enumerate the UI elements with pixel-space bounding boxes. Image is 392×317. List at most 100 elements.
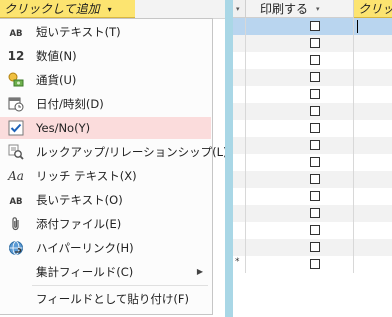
print-checkbox[interactable] [310, 259, 320, 269]
menu-item-lookup[interactable]: ルックアップ/リレーションシップ(L) [0, 141, 225, 163]
new-field-cell[interactable] [354, 239, 392, 256]
print-cell [246, 120, 354, 137]
table-row[interactable] [233, 86, 392, 103]
menu-item-date-time[interactable]: 日付/時刻(D) [0, 93, 211, 115]
new-field-cell[interactable] [354, 222, 392, 239]
table-row[interactable] [233, 35, 392, 52]
print-cell [246, 205, 354, 222]
print-checkbox[interactable] [310, 191, 320, 201]
print-checkbox[interactable] [310, 225, 320, 235]
table-row[interactable] [233, 52, 392, 69]
row-selector[interactable] [233, 120, 246, 137]
print-checkbox[interactable] [310, 242, 320, 252]
print-cell [246, 188, 354, 205]
print-checkbox[interactable] [310, 106, 320, 116]
menu-item-label: 通貨(U) [36, 73, 77, 87]
new-field-cell[interactable] [354, 256, 392, 273]
table-row[interactable] [233, 188, 392, 205]
print-checkbox[interactable] [310, 140, 320, 150]
table-row[interactable] [233, 205, 392, 222]
menu-item-hyperlink[interactable]: ハイパーリンク(H) [0, 237, 211, 259]
print-cell [246, 239, 354, 256]
table-row[interactable]: * [233, 256, 392, 273]
print-cell [246, 154, 354, 171]
yes-no-icon [7, 120, 25, 136]
print-cell [246, 52, 354, 69]
field-type-menu: AB 短いテキスト(T) 12 数値(N) 通貨(U) 日付/時刻(D) Yes… [0, 18, 225, 315]
chevron-down-icon[interactable]: ▾ [108, 5, 112, 14]
new-field-cell[interactable] [354, 137, 392, 154]
table-row[interactable] [233, 239, 392, 256]
menu-item-number[interactable]: 12 数値(N) [0, 45, 211, 67]
table-row[interactable] [233, 69, 392, 86]
table-row[interactable] [233, 154, 392, 171]
row-selector[interactable] [233, 154, 246, 171]
print-checkbox[interactable] [310, 21, 320, 31]
select-all-corner[interactable]: ▾ [233, 0, 246, 18]
row-selector[interactable]: * [233, 256, 246, 273]
print-checkbox[interactable] [310, 38, 320, 48]
print-checkbox[interactable] [310, 55, 320, 65]
table-row[interactable] [233, 137, 392, 154]
new-field-cell[interactable] [354, 120, 392, 137]
menu-item-label: ルックアップ/リレーションシップ(L) [36, 145, 225, 159]
menu-item-long-text[interactable]: AB 長いテキスト(O) [0, 189, 211, 211]
new-record-marker: * [235, 257, 240, 267]
print-checkbox[interactable] [310, 72, 320, 82]
print-checkbox[interactable] [310, 208, 320, 218]
chevron-down-icon[interactable]: ▾ [316, 5, 320, 13]
print-checkbox[interactable] [310, 157, 320, 167]
new-field-cell[interactable] [354, 154, 392, 171]
menu-item-rich-text[interactable]: Aa リッチ テキスト(X) [0, 165, 211, 187]
new-field-cell[interactable] [354, 18, 392, 35]
table-row[interactable] [233, 120, 392, 137]
column-header-print[interactable]: 印刷する ▾ [246, 0, 354, 18]
print-cell [246, 69, 354, 86]
new-field-cell[interactable] [354, 69, 392, 86]
row-selector[interactable] [233, 205, 246, 222]
table-row[interactable] [233, 222, 392, 239]
new-field-cell[interactable] [354, 52, 392, 69]
column-header-click-to-add[interactable]: クリック [354, 0, 392, 18]
row-selector[interactable] [233, 52, 246, 69]
row-selector[interactable] [233, 86, 246, 103]
new-field-cell[interactable] [354, 205, 392, 222]
print-cell [246, 256, 354, 273]
menu-item-label: ハイパーリンク(H) [36, 241, 134, 255]
menu-separator [32, 285, 208, 286]
menu-item-label: 数値(N) [36, 49, 77, 63]
menu-item-yes-no[interactable]: Yes/No(Y) [0, 117, 211, 139]
new-field-cell[interactable] [354, 103, 392, 120]
row-selector[interactable] [233, 137, 246, 154]
column-header-label: 印刷する [260, 2, 309, 16]
menu-item-short-text[interactable]: AB 短いテキスト(T) [0, 21, 211, 43]
menu-item-currency[interactable]: 通貨(U) [0, 69, 211, 91]
print-checkbox[interactable] [310, 123, 320, 133]
new-field-cell[interactable] [354, 188, 392, 205]
menu-item-label: 添付ファイル(E) [36, 217, 122, 231]
click-to-add-header[interactable]: クリックして追加 ▾ [0, 0, 135, 18]
row-selector[interactable] [233, 171, 246, 188]
row-selector[interactable] [233, 18, 246, 35]
print-checkbox[interactable] [310, 174, 320, 184]
menu-item-attachment[interactable]: 添付ファイル(E) [0, 213, 211, 235]
row-selector[interactable] [233, 239, 246, 256]
table-row[interactable] [233, 103, 392, 120]
new-field-cell[interactable] [354, 35, 392, 52]
currency-icon [7, 72, 25, 88]
table-row[interactable] [233, 171, 392, 188]
row-selector[interactable] [233, 35, 246, 52]
menu-item-calculated-field[interactable]: 集計フィールド(C) ▶ [0, 261, 211, 283]
print-checkbox[interactable] [310, 89, 320, 99]
menu-item-paste-as-field[interactable]: フィールドとして貼り付け(F) [0, 288, 211, 310]
row-selector[interactable] [233, 188, 246, 205]
hyperlink-icon [7, 240, 25, 256]
row-selector[interactable] [233, 69, 246, 86]
long-text-icon: AB [9, 197, 23, 207]
new-field-cell[interactable] [354, 171, 392, 188]
new-field-cell[interactable] [354, 86, 392, 103]
short-text-icon: AB [9, 29, 23, 39]
row-selector[interactable] [233, 103, 246, 120]
row-selector[interactable] [233, 222, 246, 239]
table-row[interactable] [233, 18, 392, 35]
